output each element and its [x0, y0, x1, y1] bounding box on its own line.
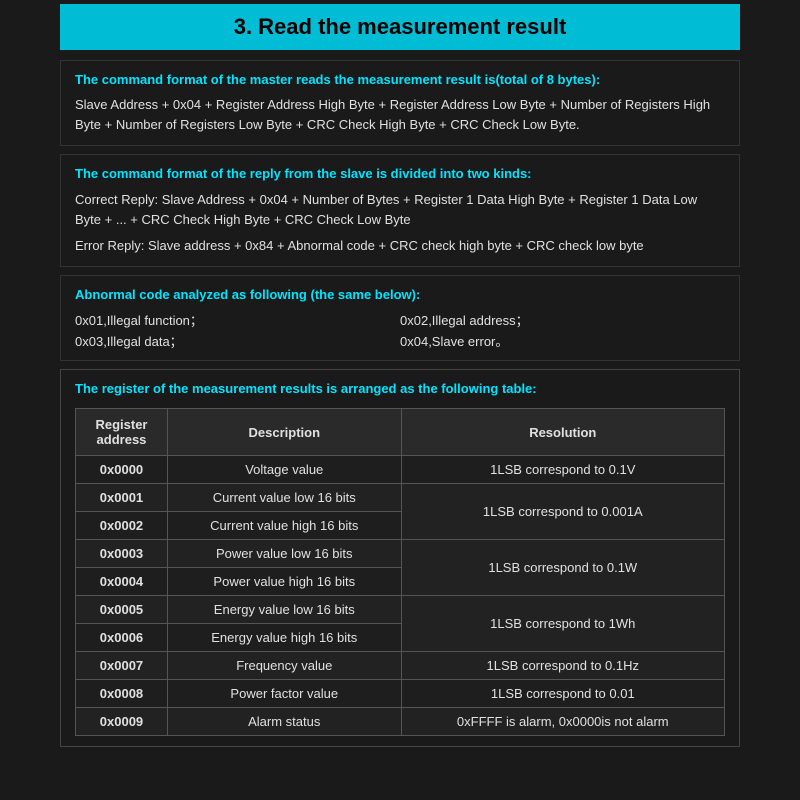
cell-description: Frequency value — [167, 652, 401, 680]
cell-description: Voltage value — [167, 456, 401, 484]
section2-heading: The command format of the reply from the… — [75, 165, 725, 183]
table-row: 0x0009Alarm status0xFFFF is alarm, 0x000… — [76, 708, 725, 736]
code-3: 0x04,Slave error。 — [400, 331, 725, 350]
page-wrapper: 3. Read the measurement result The comma… — [0, 0, 800, 800]
cell-address: 0x0001 — [76, 484, 168, 512]
table-body: 0x0000Voltage value1LSB correspond to 0.… — [76, 456, 725, 736]
cell-description: Power factor value — [167, 680, 401, 708]
table-row: 0x0003Power value low 16 bits1LSB corres… — [76, 540, 725, 568]
cell-description: Alarm status — [167, 708, 401, 736]
table-row: 0x0007Frequency value1LSB correspond to … — [76, 652, 725, 680]
cell-description: Power value low 16 bits — [167, 540, 401, 568]
section-abnormal-codes: Abnormal code analyzed as following (the… — [60, 275, 740, 361]
table-row: 0x0001Current value low 16 bits1LSB corr… — [76, 484, 725, 512]
section2-correct: Correct Reply: Slave Address + 0x04 + Nu… — [75, 190, 725, 230]
cell-address: 0x0006 — [76, 624, 168, 652]
table-row: 0x0008Power factor value1LSB correspond … — [76, 680, 725, 708]
cell-description: Current value low 16 bits — [167, 484, 401, 512]
section2-error: Error Reply: Slave address + 0x84 + Abno… — [75, 236, 725, 256]
section3-heading: Abnormal code analyzed as following (the… — [75, 286, 725, 304]
cell-address: 0x0002 — [76, 512, 168, 540]
code-2: 0x03,Illegal data； — [75, 331, 400, 350]
cell-description: Energy value high 16 bits — [167, 624, 401, 652]
cell-address: 0x0000 — [76, 456, 168, 484]
section-command-format: The command format of the master reads t… — [60, 60, 740, 146]
col-description: Description — [167, 409, 401, 456]
col-resolution: Resolution — [401, 409, 724, 456]
content-area: The command format of the master reads t… — [60, 50, 740, 757]
table-header-row: Registeraddress Description Resolution — [76, 409, 725, 456]
section1-heading: The command format of the master reads t… — [75, 71, 725, 89]
cell-resolution: 1LSB correspond to 0.01 — [401, 680, 724, 708]
section-reply-format: The command format of the reply from the… — [60, 154, 740, 267]
title-bar: 3. Read the measurement result — [60, 4, 740, 50]
table-section: The register of the measurement results … — [60, 369, 740, 747]
cell-resolution: 1LSB correspond to 0.001A — [401, 484, 724, 540]
cell-description: Power value high 16 bits — [167, 568, 401, 596]
cell-resolution: 1LSB correspond to 0.1Hz — [401, 652, 724, 680]
register-table: Registeraddress Description Resolution 0… — [75, 408, 725, 736]
section1-body: Slave Address + 0x04 + Register Address … — [75, 95, 725, 135]
table-row: 0x0000Voltage value1LSB correspond to 0.… — [76, 456, 725, 484]
cell-resolution: 1LSB correspond to 1Wh — [401, 596, 724, 652]
cell-address: 0x0005 — [76, 596, 168, 624]
cell-resolution: 1LSB correspond to 0.1W — [401, 540, 724, 596]
cell-address: 0x0007 — [76, 652, 168, 680]
code-0: 0x01,Illegal function； — [75, 310, 400, 329]
cell-address: 0x0008 — [76, 680, 168, 708]
code-1: 0x02,Illegal address； — [400, 310, 725, 329]
abnormal-codes-grid: 0x01,Illegal function； 0x02,Illegal addr… — [75, 310, 725, 350]
table-row: 0x0005Energy value low 16 bits1LSB corre… — [76, 596, 725, 624]
page-title: 3. Read the measurement result — [234, 14, 567, 39]
cell-description: Current value high 16 bits — [167, 512, 401, 540]
cell-address: 0x0004 — [76, 568, 168, 596]
table-intro: The register of the measurement results … — [75, 380, 725, 398]
cell-resolution: 0xFFFF is alarm, 0x0000is not alarm — [401, 708, 724, 736]
col-register-address: Registeraddress — [76, 409, 168, 456]
cell-description: Energy value low 16 bits — [167, 596, 401, 624]
cell-address: 0x0003 — [76, 540, 168, 568]
cell-address: 0x0009 — [76, 708, 168, 736]
cell-resolution: 1LSB correspond to 0.1V — [401, 456, 724, 484]
